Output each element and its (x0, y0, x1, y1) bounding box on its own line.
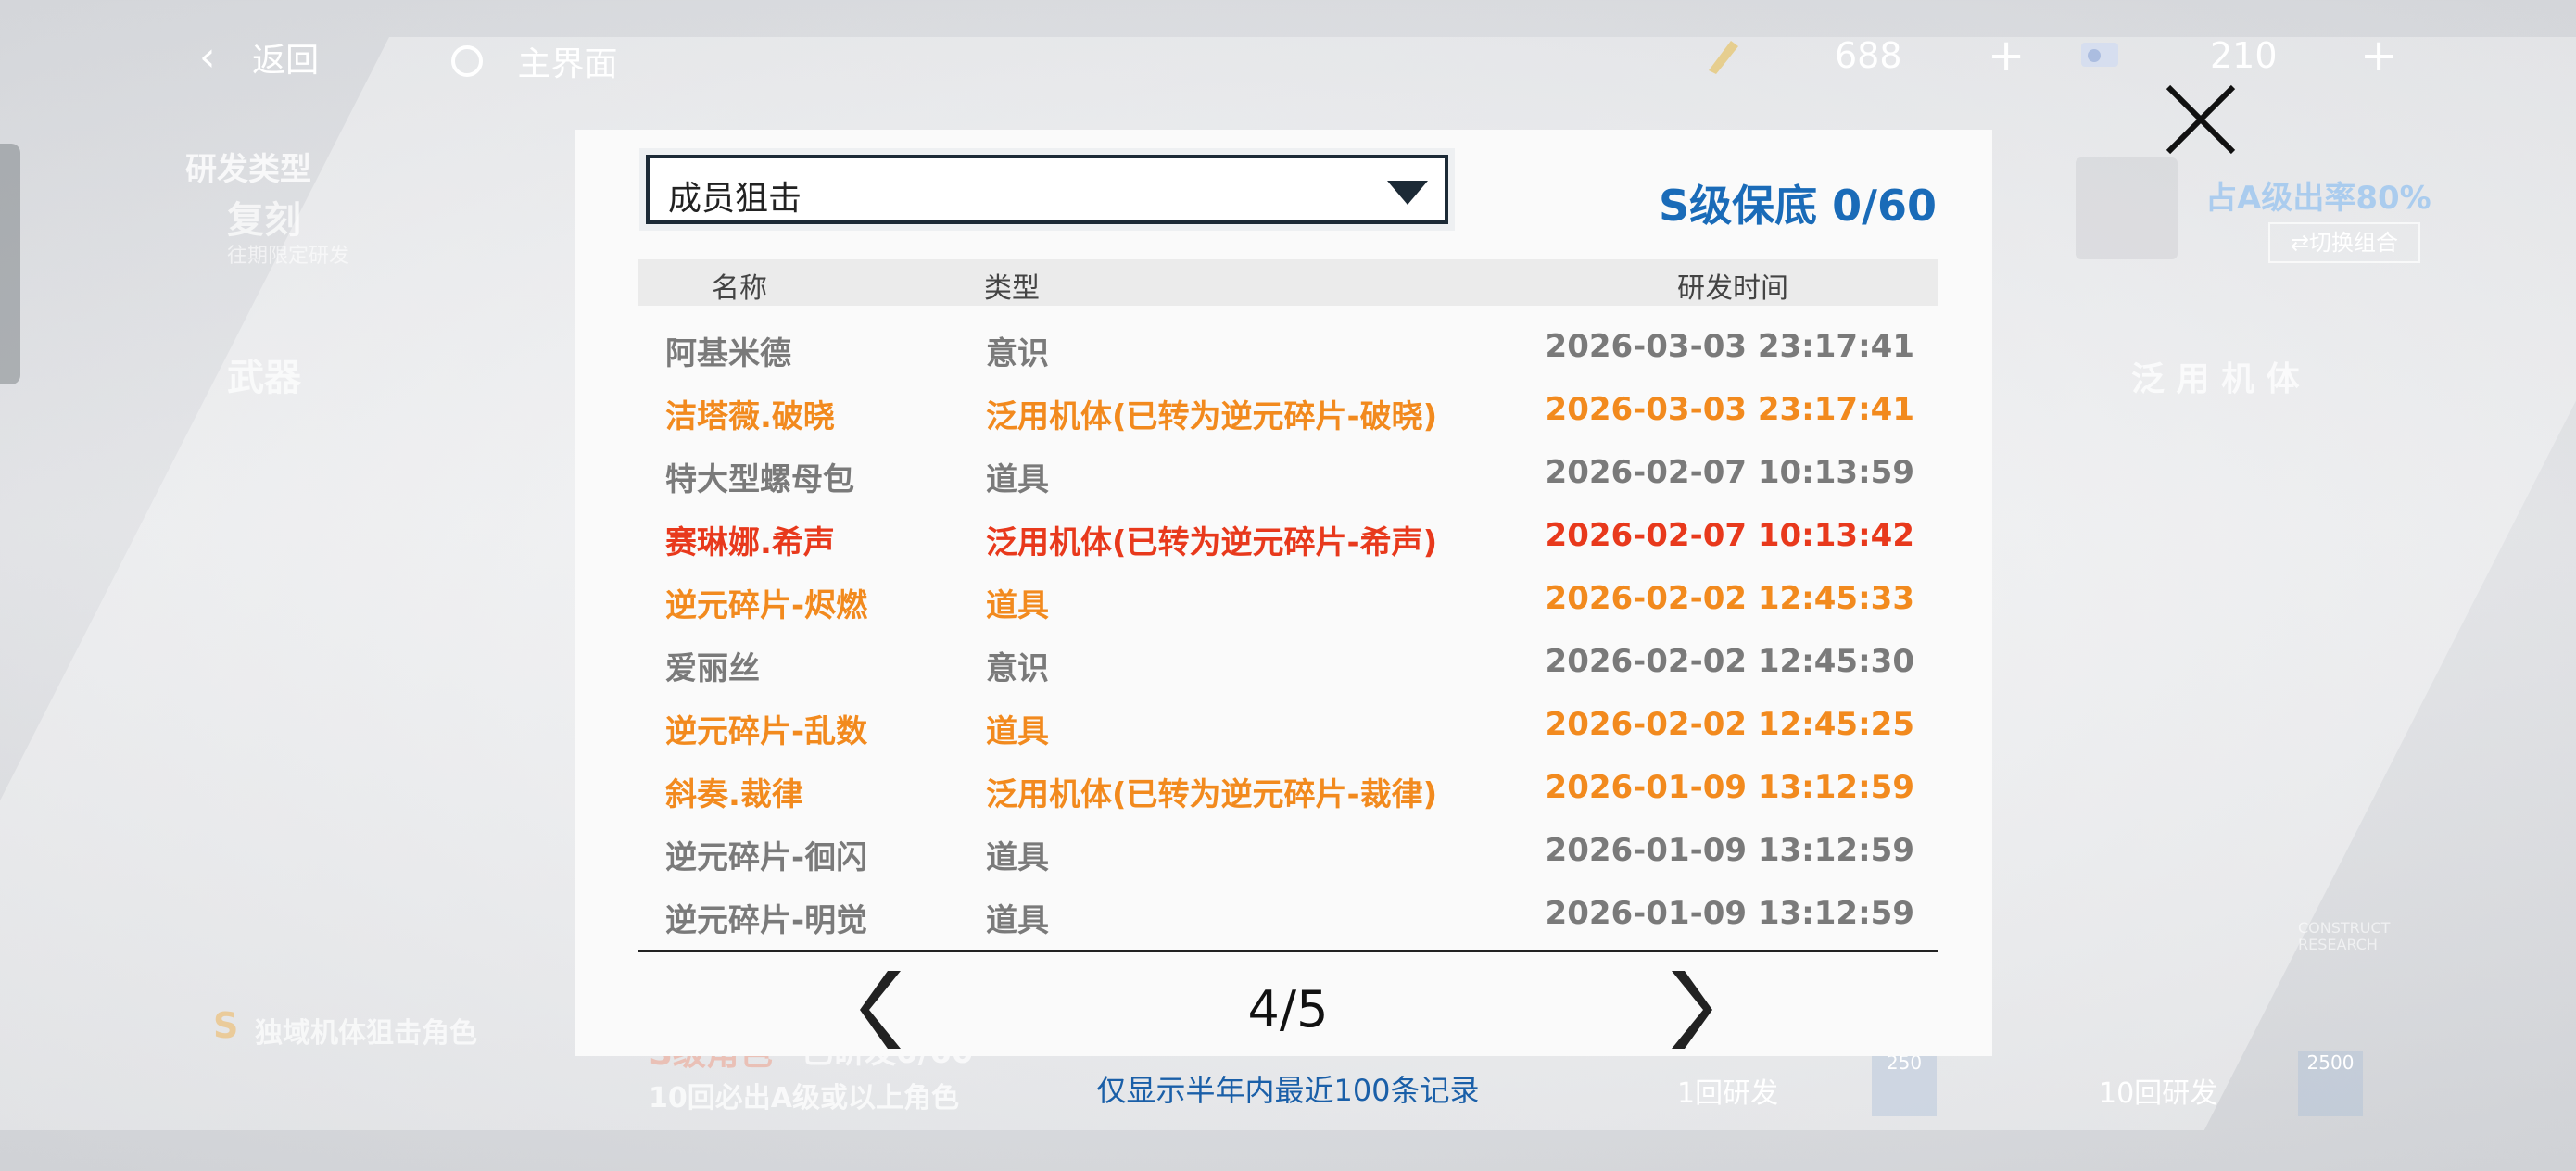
table-row: 赛琳娜.希声 泛用机体(已转为逆元碎片-希声) 2026-02-07 10:13:4… (638, 506, 1938, 569)
row-time: 2026-01-09 13:12:59 (1545, 769, 1914, 806)
bg-dev-type-label: 研发类型 (185, 151, 311, 188)
row-name: 洁塔薇.破晓 (665, 398, 835, 435)
bg-rate-label: 占A级出率80% (2205, 180, 2431, 217)
table-row: 阿基米德 意识 2026-03-03 23:17:41 (638, 317, 1938, 380)
row-time: 2026-02-02 12:45:25 (1545, 706, 1914, 743)
row-type: 泛用机体(已转为逆元碎片-破晓) (986, 398, 1438, 435)
page-indicator: 4/5 (1247, 980, 1329, 1039)
row-time: 2026-02-07 10:13:59 (1545, 454, 1914, 491)
bg-rerun-label: 复刻 (227, 199, 301, 242)
currency1-plus-button[interactable]: + (1988, 30, 2025, 82)
bg-ten-pull-button[interactable]: 10回研发 (2099, 1070, 2217, 1111)
back-button[interactable]: ‹ 返回 (199, 33, 319, 82)
s-pity-counter: S级保底 0/60 (1659, 181, 1937, 231)
home-label: 主界面 (517, 45, 618, 83)
dropdown-value: 成员狙击 (668, 180, 802, 218)
row-time: 2026-03-03 23:17:41 (1545, 328, 1914, 365)
prev-page-button[interactable] (852, 963, 917, 1056)
row-name: 赛琳娜.希声 (665, 524, 835, 561)
bg-guarantee-label: 10回必出A级或以上角色 (649, 1082, 959, 1114)
bg-rerun-sub: 往期限定研发 (227, 245, 350, 268)
switch-icon: ⇄ (2290, 230, 2310, 256)
row-type: 泛用机体(已转为逆元碎片-希声) (986, 524, 1438, 561)
row-time: 2026-02-07 10:13:42 (1545, 517, 1914, 554)
table-row: 斜奏.裁律 泛用机体(已转为逆元碎片-裁律) 2026-01-09 13:12:59 (638, 758, 1938, 821)
row-name: 斜奏.裁律 (665, 776, 803, 813)
bg-single-pull-button[interactable]: 1回研发 (1677, 1070, 1778, 1111)
currency2-plus-button[interactable]: + (2360, 30, 2397, 82)
row-name: 逆元碎片-乱数 (665, 713, 868, 750)
row-time: 2026-03-03 23:17:41 (1545, 391, 1914, 428)
bg-ten-cost: 2500 (2298, 1051, 2363, 1116)
bg-banner-label: 独域机体狙击角色 (255, 1017, 477, 1050)
row-type: 泛用机体(已转为逆元碎片-裁律) (986, 776, 1438, 813)
bg-single-pull-label: 1回研发 (1677, 1077, 1779, 1110)
bg-ten-pull-label: 10回研发 (2099, 1077, 2218, 1110)
chevron-left-icon: ‹ (199, 33, 216, 81)
close-icon (2166, 84, 2236, 155)
currency2-icon (2076, 35, 2128, 76)
table-row: 爱丽丝 意识 2026-02-02 12:45:30 (638, 632, 1938, 695)
row-name: 阿基米德 (665, 335, 791, 372)
table-row: 特大型螺母包 道具 2026-02-07 10:13:59 (638, 443, 1938, 506)
table-header: 名称 类型 研发时间 (638, 259, 1938, 306)
row-time: 2026-02-02 12:45:30 (1545, 643, 1914, 680)
table-row: 逆元碎片-徊闪 道具 2026-01-09 13:12:59 (638, 821, 1938, 884)
table-row: 洁塔薇.破晓 泛用机体(已转为逆元碎片-破晓) 2026-03-03 23:17:4… (638, 380, 1938, 443)
row-name: 逆元碎片-明觉 (665, 902, 868, 939)
bg-single-cost: 250 (1872, 1051, 1937, 1116)
row-type: 道具 (986, 587, 1049, 624)
table-row: 逆元碎片-明觉 道具 2026-01-09 13:12:59 (638, 884, 1938, 947)
currency1-value: 688 (1835, 35, 1902, 76)
currency1-icon (1703, 35, 1744, 76)
bg-switch-text: 切换组合 (2309, 230, 2399, 256)
bg-construct-label: CONSTRUCT RESEARCH (2298, 919, 2391, 953)
col-time-header: 研发时间 (1677, 272, 1788, 305)
row-type: 道具 (986, 839, 1049, 876)
table-bottom-divider (638, 950, 1938, 952)
next-page-button[interactable] (1655, 963, 1720, 1056)
table-row: 逆元碎片-烬燃 道具 2026-02-02 12:45:33 (638, 569, 1938, 632)
home-button[interactable]: 主界面 (451, 37, 617, 85)
row-type: 意识 (986, 335, 1049, 372)
chevron-left-icon (860, 971, 901, 1049)
currency2-value: 210 (2210, 35, 2278, 76)
back-label: 返回 (252, 42, 320, 80)
row-type: 道具 (986, 902, 1049, 939)
row-name: 逆元碎片-烬燃 (665, 587, 868, 624)
records-footnote: 仅显示半年内最近100条记录 (1096, 1073, 1480, 1108)
close-button[interactable] (2159, 78, 2242, 161)
row-name: 特大型螺母包 (665, 461, 854, 498)
col-name-header: 名称 (712, 272, 767, 305)
table-row: 逆元碎片-乱数 道具 2026-02-02 12:45:25 (638, 695, 1938, 758)
row-type: 道具 (986, 461, 1049, 498)
row-type: 道具 (986, 713, 1049, 750)
bg-weapon-label: 武器 (227, 357, 301, 399)
bg-universal-label: 泛 用 机 体 (2131, 360, 2300, 398)
row-name: 逆元碎片-徊闪 (665, 839, 868, 876)
triangle-down-icon (1387, 181, 1428, 205)
row-type: 意识 (986, 650, 1049, 687)
bg-s-icon: S (213, 1005, 239, 1046)
bg-ten-cost-value: 2500 (2306, 1051, 2355, 1074)
bg-avatar (2076, 157, 2178, 259)
row-time: 2026-01-09 13:12:59 (1545, 895, 1914, 932)
row-time: 2026-02-02 12:45:33 (1545, 580, 1914, 617)
bg-switch-label[interactable]: ⇄切换组合 (2268, 222, 2420, 263)
left-edge-tab (0, 144, 20, 384)
circle-icon (451, 45, 483, 77)
row-name: 爱丽丝 (665, 650, 760, 687)
banner-type-dropdown[interactable]: 成员狙击 (646, 155, 1448, 224)
col-type-header: 类型 (984, 272, 1040, 305)
row-time: 2026-01-09 13:12:59 (1545, 832, 1914, 869)
chevron-right-icon (1672, 971, 1712, 1049)
